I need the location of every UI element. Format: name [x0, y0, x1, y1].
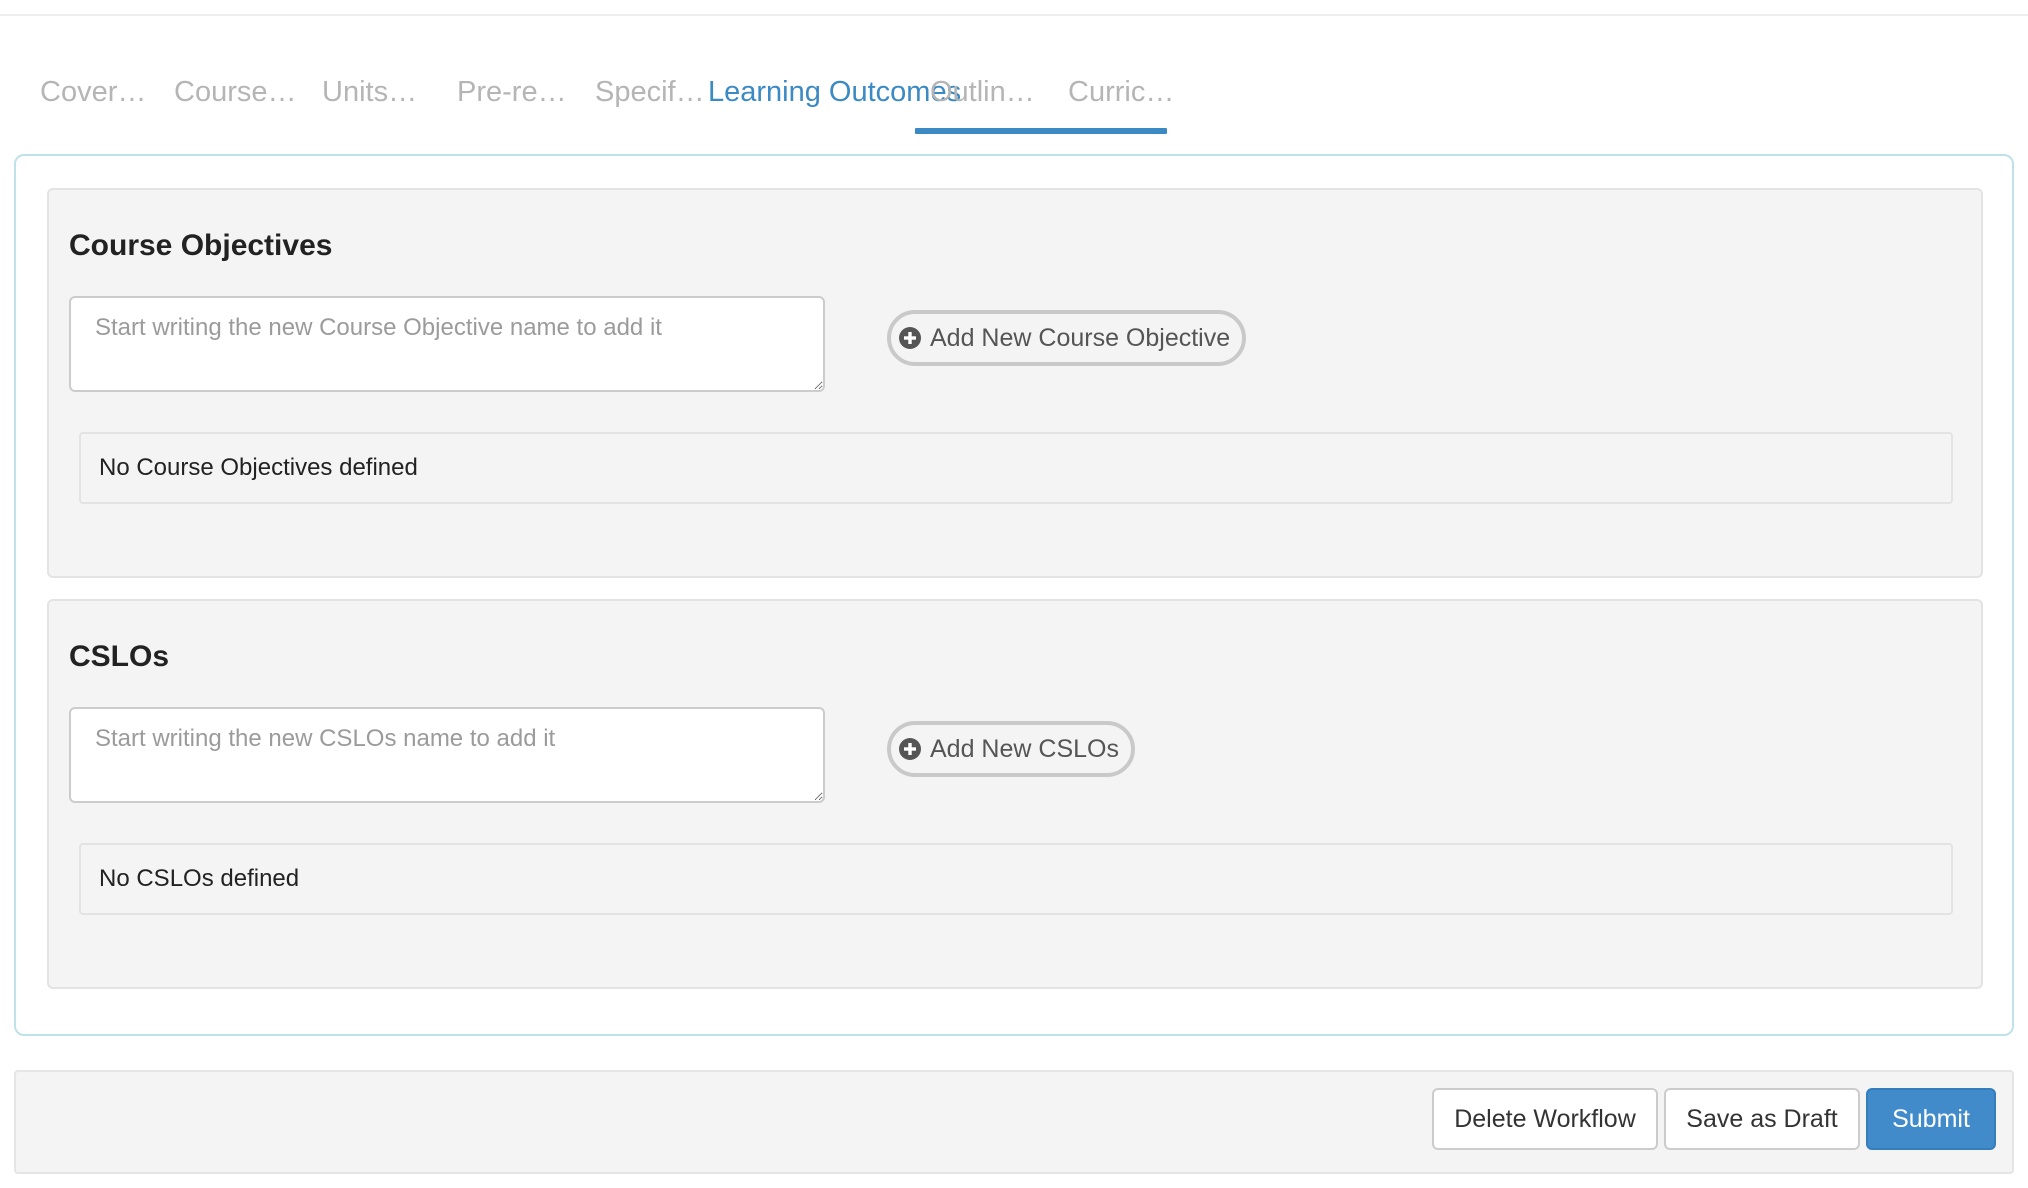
add-course-objective-button[interactable]: Add New Course Objective [887, 310, 1247, 366]
plus-circle-icon [899, 327, 921, 349]
tab-units[interactable]: Units… [322, 72, 417, 112]
top-divider [0, 14, 2028, 16]
tab-course[interactable]: Course… [174, 72, 297, 112]
cslos-empty-state: No CSLOs defined [79, 843, 1953, 915]
tab-curriculum[interactable]: Curric… [1068, 72, 1174, 112]
course-objectives-heading: Course Objectives [69, 229, 333, 262]
plus-circle-icon [899, 738, 921, 760]
course-objectives-empty-state: No Course Objectives defined [79, 432, 1953, 504]
tab-bar: Cover… Course… Units… Pre-re… Specif… Le… [40, 62, 1540, 134]
tab-specifications[interactable]: Specif… [595, 72, 705, 112]
submit-button[interactable]: Submit [1866, 1088, 1996, 1150]
action-bar: Delete Workflow Save as Draft Submit [14, 1070, 2014, 1174]
tab-outline[interactable]: Outlin… [930, 72, 1035, 112]
add-cslo-button[interactable]: Add New CSLOs [887, 721, 1135, 777]
course-objectives-section: Course Objectives Add New Course Objecti… [47, 188, 1983, 578]
cslos-heading: CSLOs [69, 640, 170, 673]
learning-outcomes-panel: Course Objectives Add New Course Objecti… [14, 154, 2014, 1036]
tab-prerequisites[interactable]: Pre-re… [457, 72, 567, 112]
add-course-objective-label: Add New Course Objective [930, 323, 1231, 352]
save-as-draft-button[interactable]: Save as Draft [1664, 1088, 1860, 1150]
tab-cover[interactable]: Cover… [40, 72, 146, 112]
cslo-input[interactable] [69, 707, 825, 803]
cslos-empty-text: No CSLOs defined [99, 865, 300, 892]
active-tab-indicator [915, 128, 1167, 134]
tab-learning-outcomes[interactable]: Learning Outcomes [708, 72, 961, 112]
delete-workflow-button[interactable]: Delete Workflow [1432, 1088, 1658, 1150]
cslos-section: CSLOs Add New CSLOs No CSLOs defined [47, 599, 1983, 989]
add-cslo-label: Add New CSLOs [930, 734, 1119, 763]
course-objectives-empty-text: No Course Objectives defined [99, 454, 418, 481]
course-objective-input[interactable] [69, 296, 825, 392]
